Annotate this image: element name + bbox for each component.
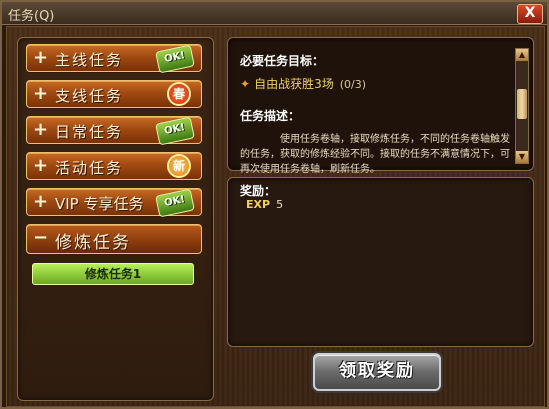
close-button[interactable]: X [517,4,543,24]
scroll-thumb[interactable] [517,89,527,119]
category-training-quest[interactable]: − 修炼任务 [26,224,202,254]
sword-icon: ✦ [240,77,251,91]
category-event-quest[interactable]: + 活动任务 新 [26,152,202,180]
category-daily-quest[interactable]: + 日常任务 OK! [26,116,202,146]
reward-heading: 奖励： [240,184,277,198]
expand-icon: + [33,47,49,68]
reward-row: EXP 5 [246,198,283,211]
goal-progress: (0/3) [339,78,366,91]
quest-info-panel: 必要任务目标： ✦ 自由战获胜3场 (0/3) 任务描述： 使用任务卷轴，接取修炼任… [227,37,534,175]
reward-value: 5 [276,198,284,211]
quest-window: 任务(Q) X + 主线任务 OK! + 支线任务 春 + 日常任务 OK! +… [0,0,549,409]
description-text: 使用任务卷轴，接取修炼任务，不同的任务卷轴触发的任务，获取的修炼经验不同。接取的… [240,134,510,175]
category-label: 日常任务 [55,123,124,141]
new-badge-icon: 新 [167,154,191,178]
category-label: 活动任务 [55,159,124,177]
ok-badge-icon: OK! [155,188,195,218]
window-content: + 主线任务 OK! + 支线任务 春 + 日常任务 OK! + 活动任务 新 … [6,26,545,407]
ok-badge-icon: OK! [155,116,195,146]
category-label: 主线任务 [55,51,124,69]
reward-panel: 奖励： EXP 5 [227,177,534,347]
collapse-icon: − [33,227,49,248]
scroll-up-icon[interactable]: ▲ [516,49,528,61]
claim-reward-button[interactable]: 领取奖励 [313,353,441,391]
description-scrollbar[interactable]: ▲ ▼ [515,48,529,164]
quest-item-training-1[interactable]: 修炼任务1 [32,263,194,285]
goal-heading: 必要任务目标： [240,54,325,68]
goal-text: 自由战获胜3场 [254,77,334,91]
category-label: 修炼任务 [55,233,131,253]
title-bar[interactable]: 任务(Q) X [2,2,547,25]
expand-icon: + [33,119,49,140]
description-heading: 任务描述： [240,109,301,123]
category-side-quest[interactable]: + 支线任务 春 [26,80,202,108]
expand-icon: + [33,155,49,176]
expand-icon: + [33,83,49,104]
category-main-quest[interactable]: + 主线任务 OK! [26,44,202,74]
goal-row: ✦ 自由战获胜3场 (0/3) [240,75,366,92]
category-label: VIP 专享任务 [55,195,144,213]
category-vip-quest[interactable]: + VIP 专享任务 OK! [26,188,202,218]
ok-badge-icon: OK! [155,44,195,74]
category-label: 支线任务 [55,87,124,105]
category-panel: + 主线任务 OK! + 支线任务 春 + 日常任务 OK! + 活动任务 新 … [17,37,214,401]
spring-badge-icon: 春 [167,82,191,106]
reward-label: EXP [246,198,271,211]
expand-icon: + [33,191,49,212]
scroll-down-icon[interactable]: ▼ [516,151,528,163]
window-title: 任务(Q) [8,9,55,24]
